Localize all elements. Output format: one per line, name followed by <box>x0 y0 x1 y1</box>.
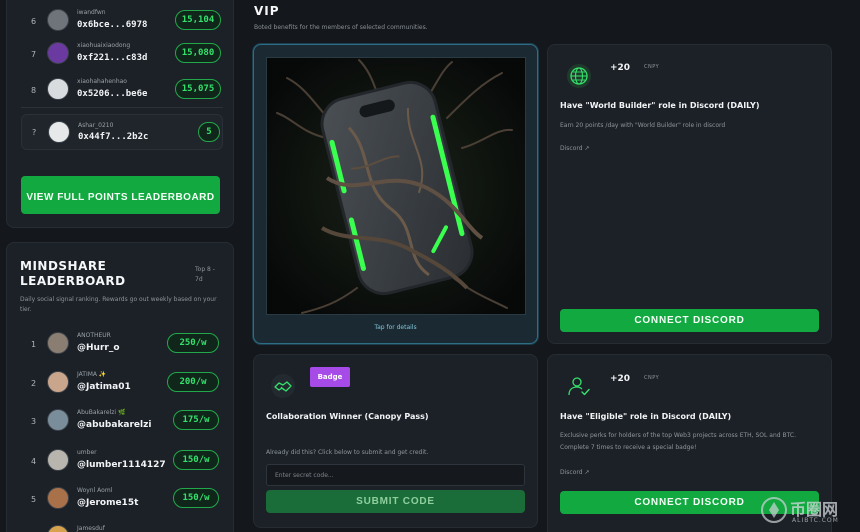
discord-link[interactable]: Discord ↗ <box>560 145 590 152</box>
rank-number: 3 <box>31 417 37 426</box>
secret-code-input[interactable] <box>266 464 525 486</box>
leaderboard-row: 4 umber @lumber1114127 150/w <box>21 447 221 477</box>
user-check-icon <box>566 373 592 399</box>
avatar <box>47 332 69 354</box>
user-name: Jamesduf <box>77 525 105 532</box>
current-user-row: ? Ashar_0210 0x44f7...2b2c 5 <box>21 114 223 150</box>
task-prompt: Already did this? Click below to submit … <box>266 449 429 456</box>
avatar <box>47 449 69 471</box>
points-pill: 15,104 <box>175 10 221 30</box>
connect-discord-button[interactable]: CONNECT DISCORD <box>560 309 819 332</box>
points-leaderboard-card: 6 iwandfwn 0x6bce...6978 15,104 7 xiaohu… <box>6 0 234 228</box>
rank-number: 6 <box>31 17 37 26</box>
user-name: AbuBakarelzi 🌿 <box>77 409 126 416</box>
mindshare-title: MINDSHARE LEADERBOARD <box>20 259 126 288</box>
user-address: 0x6bce...6978 <box>77 20 148 30</box>
rank-number: ? <box>32 128 37 137</box>
user-address: 0x44f7...2b2c <box>78 132 149 142</box>
avatar <box>47 371 69 393</box>
avatar <box>47 487 69 509</box>
score-pill: 200/w <box>167 372 219 392</box>
task-title: Collaboration Winner (Canopy Pass) <box>266 412 429 421</box>
user-name: xiaohahahenhao <box>77 78 127 85</box>
user-name: umber <box>77 449 97 456</box>
avatar <box>47 9 69 31</box>
user-address: 0x5206...be6e <box>77 89 148 99</box>
rank-number: 8 <box>31 86 37 95</box>
vip-subtitle: Boted benefits for the members of select… <box>254 24 428 31</box>
user-address: 0xf221...c83d <box>77 53 148 63</box>
task-card-world-builder: +20 CNPY Have "World Builder" role in Di… <box>547 44 832 344</box>
task-title: Have "World Builder" role in Discord (DA… <box>560 101 760 110</box>
timeframe-label: Top 8 - 7d <box>195 266 215 283</box>
leaderboard-row: 2 JATIMA ✨ @Jatima01 200/w <box>21 369 221 399</box>
currency-label: CNPY <box>644 64 660 70</box>
badge-tag: Badge <box>310 367 350 387</box>
avatar <box>48 121 70 143</box>
score-pill: 175/w <box>173 410 219 430</box>
avatar <box>47 78 69 100</box>
watermark-subtext: ALIBTC.COM <box>792 517 839 524</box>
mindshare-description: Daily social signal ranking. Rewards go … <box>20 296 217 313</box>
leaderboard-row: 8 xiaohahahenhao 0x5206...be6e 15,075 <box>21 76 221 106</box>
globe-icon <box>566 63 592 89</box>
user-name: JATIMA ✨ <box>77 371 107 378</box>
points-pill: 15,080 <box>175 43 221 63</box>
user-handle: @Jerome15t <box>77 498 139 508</box>
user-handle: @lumber1114127 <box>77 460 166 470</box>
bonus-amount: +20 <box>610 374 631 384</box>
user-name: Ashar_0210 <box>78 122 114 129</box>
score-pill: 250/w <box>167 333 219 353</box>
discord-link[interactable]: Discord ↗ <box>560 469 590 476</box>
rank-number: 1 <box>31 340 37 349</box>
divider <box>21 107 223 108</box>
mindshare-leaderboard-card: MINDSHARE LEADERBOARD Top 8 - 7d Daily s… <box>6 242 234 532</box>
avatar <box>47 409 69 431</box>
rank-number: 2 <box>31 379 37 388</box>
points-pill: 5 <box>198 122 220 142</box>
canopy-pass-image[interactable] <box>266 57 526 315</box>
task-description: Earn 20 points /day with "World Builder"… <box>560 122 726 129</box>
user-name: iwandfwn <box>77 9 106 16</box>
handshake-icon <box>270 373 296 399</box>
user-handle: @Jatima01 <box>77 382 131 392</box>
score-pill: 150/w <box>173 488 219 508</box>
task-description: Exclusive perks for holders of the top W… <box>560 432 796 451</box>
rank-number: 5 <box>31 495 37 504</box>
user-name: Woynl Aoml <box>77 487 113 494</box>
submit-code-button[interactable]: SUBMIT CODE <box>266 490 525 513</box>
user-name: ANOTHEUR <box>77 332 111 339</box>
leaderboard-row: 7 xiaohuaixiaodong 0xf221...c83d 15,080 <box>21 40 221 70</box>
tap-for-details-label[interactable]: Tap for details <box>254 324 537 331</box>
leaderboard-row: 6 iwandfwn 0x6bce...6978 15,104 <box>21 7 221 37</box>
currency-label: CNPY <box>644 375 660 381</box>
avatar <box>47 42 69 64</box>
watermark-logo: 币圈网 ALIBTC.COM <box>760 488 860 532</box>
rank-number: 7 <box>31 50 37 59</box>
bonus-amount: +20 <box>610 63 631 73</box>
task-title: Have "Eligible" role in Discord (DAILY) <box>560 412 732 421</box>
view-full-leaderboard-button[interactable]: VIEW FULL POINTS LEADERBOARD <box>21 176 220 214</box>
user-name: xiaohuaixiaodong <box>77 42 131 49</box>
rank-number: 4 <box>31 457 37 466</box>
vip-title: VIP <box>254 4 280 18</box>
score-pill: 150/w <box>173 450 219 470</box>
avatar <box>47 525 69 532</box>
user-handle: @abubakarelzi <box>77 420 152 430</box>
task-card-collaboration: Badge Collaboration Winner (Canopy Pass)… <box>253 354 538 528</box>
leaderboard-row: 3 AbuBakarelzi 🌿 @abubakarelzi 175/w <box>21 407 221 437</box>
leaderboard-row: 5 Woynl Aoml @Jerome15t 150/w <box>21 485 221 515</box>
leaderboard-row: 1 ANOTHEUR @Hurr_o 250/w <box>21 330 221 360</box>
leaderboard-row: 6 Jamesduf <box>21 523 221 532</box>
vip-nft-card[interactable]: Tap for details <box>253 44 538 344</box>
user-handle: @Hurr_o <box>77 343 120 353</box>
canopy-pass-illustration <box>267 58 525 314</box>
points-pill: 15,075 <box>175 79 221 99</box>
